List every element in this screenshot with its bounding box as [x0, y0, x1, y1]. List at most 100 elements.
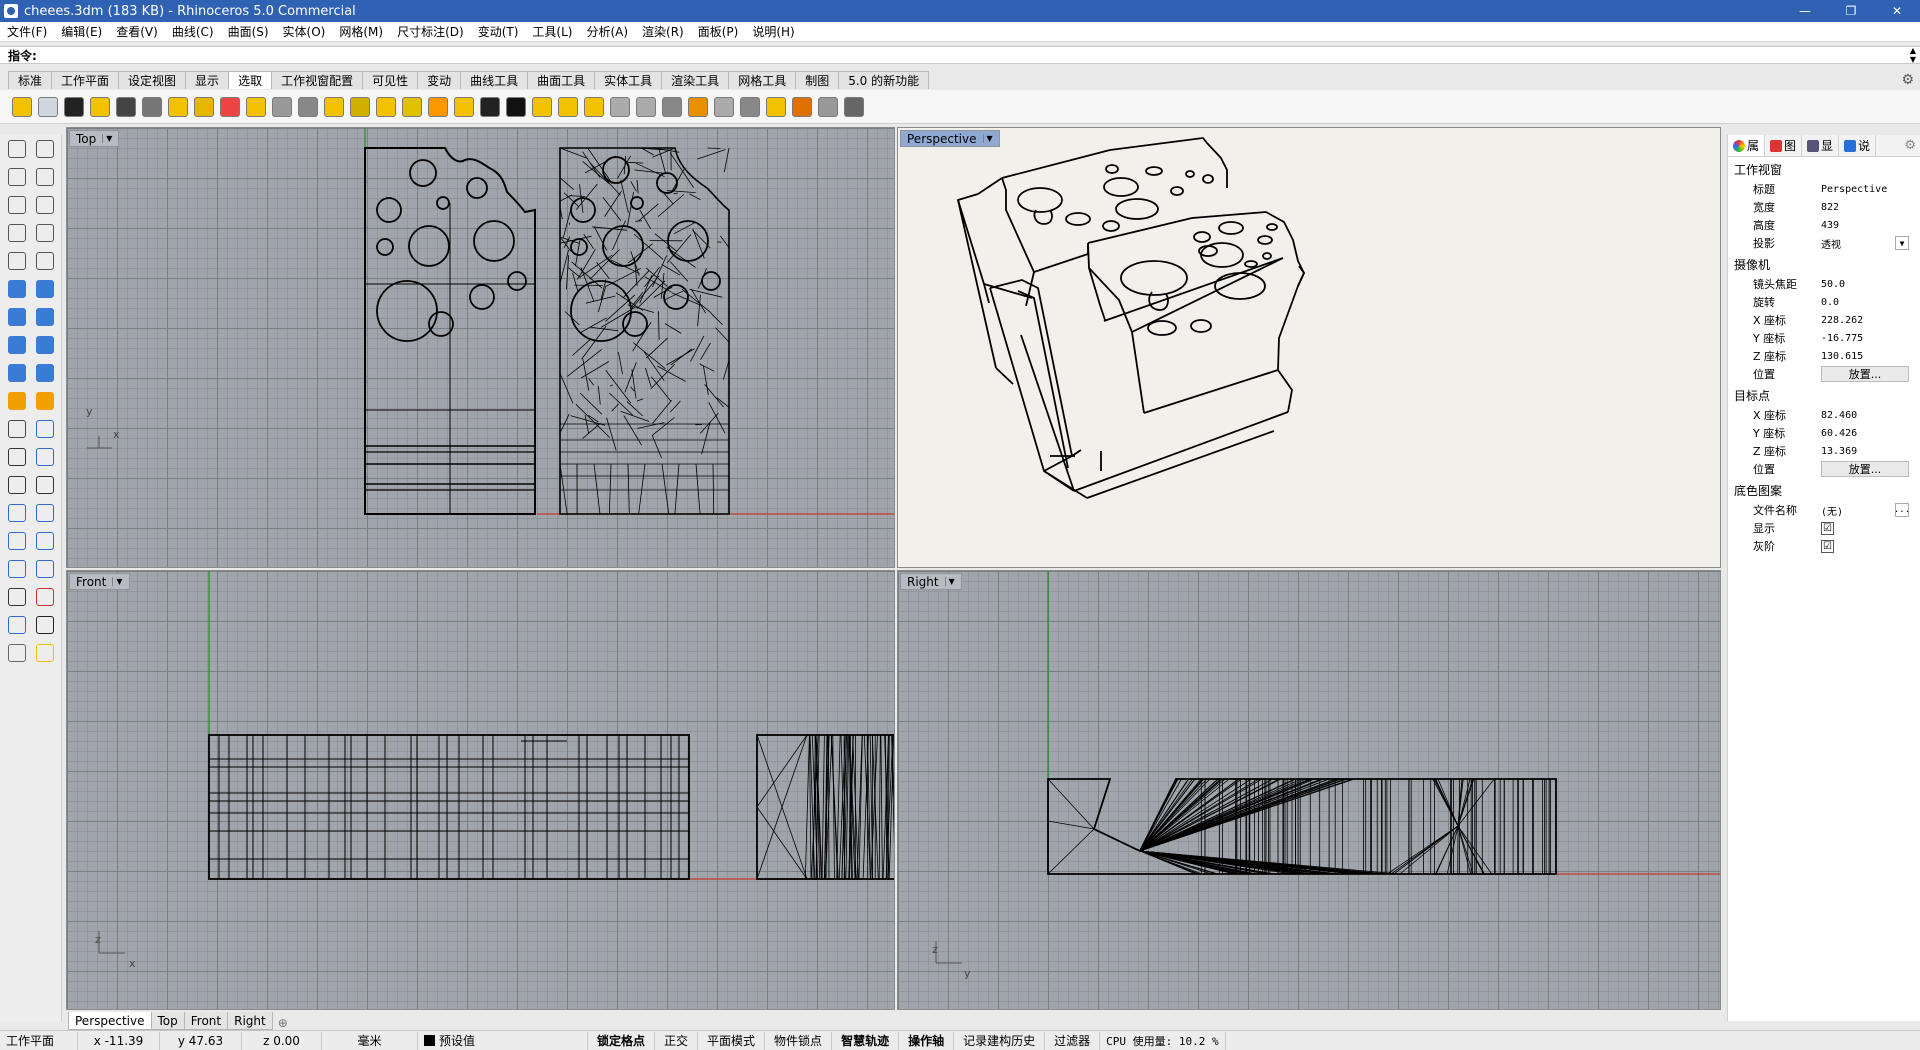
status-toggle-4[interactable]: 智慧轨迹 — [832, 1031, 900, 1050]
chevron-down-icon[interactable]: ▼ — [944, 577, 955, 586]
camera-prop-value-wrap-1[interactable]: 0.0 — [1821, 297, 1909, 308]
select-tool-19-icon[interactable] — [503, 94, 529, 120]
modeling-tool-1-0-icon[interactable] — [5, 165, 29, 189]
panel-gear-icon[interactable]: ⚙ — [1904, 138, 1916, 153]
select-tool-8-icon[interactable] — [217, 94, 243, 120]
select-tool-12-icon[interactable] — [321, 94, 347, 120]
modeling-tool-17-0-icon[interactable] — [5, 613, 29, 637]
modeling-tool-13-0-icon[interactable] — [5, 501, 29, 525]
select-tool-2-icon[interactable] — [61, 94, 87, 120]
select-tool-1-icon[interactable] — [35, 94, 61, 120]
command-input[interactable] — [36, 47, 1906, 63]
select-tool-4-icon[interactable] — [113, 94, 139, 120]
menu-item-13[interactable]: 说明(H) — [745, 23, 801, 40]
modeling-tool-16-0-icon[interactable] — [5, 585, 29, 609]
status-units[interactable]: 毫米 — [322, 1031, 418, 1050]
modeling-tool-11-1-icon[interactable] — [33, 445, 57, 469]
select-tool-31-icon[interactable] — [815, 94, 841, 120]
modeling-tool-5-0-icon[interactable] — [5, 277, 29, 301]
right-viewport-label[interactable]: Right ▼ — [900, 573, 962, 590]
menu-item-3[interactable]: 曲线(C) — [165, 23, 221, 40]
toolbar-tab-0[interactable]: 标准 — [8, 71, 53, 89]
wallpaper-browse-button[interactable]: ... — [1894, 503, 1910, 517]
target-place-button[interactable]: 放置... — [1821, 461, 1909, 477]
command-history-scroll[interactable]: ▲ ▼ — [1906, 46, 1920, 64]
close-button[interactable]: ✕ — [1874, 0, 1920, 22]
chevron-down-icon[interactable]: ▼ — [982, 134, 993, 143]
select-tool-26-icon[interactable] — [685, 94, 711, 120]
front-viewport-label[interactable]: Front ▼ — [69, 573, 130, 590]
camera-prop-value-wrap-4[interactable]: 130.615 — [1821, 351, 1909, 362]
add-viewport-tab-icon[interactable]: ⊕ — [272, 1016, 294, 1030]
status-toggle-7[interactable]: 过滤器 — [1045, 1031, 1101, 1050]
viewport-tab-2[interactable]: Front — [183, 1012, 229, 1030]
toolbar-tab-8[interactable]: 曲线工具 — [460, 71, 529, 89]
select-tool-3-icon[interactable] — [87, 94, 113, 120]
menu-item-12[interactable]: 面板(P) — [691, 23, 746, 40]
select-tool-28-icon[interactable] — [737, 94, 763, 120]
front-viewport[interactable]: z x Front ▼ — [66, 570, 895, 1010]
modeling-tool-14-1-icon[interactable] — [33, 529, 57, 553]
select-tool-10-icon[interactable] — [269, 94, 295, 120]
modeling-tool-11-0-icon[interactable] — [5, 445, 29, 469]
chevron-down-icon[interactable]: ▼ — [102, 134, 112, 143]
perspective-viewport[interactable]: Perspective ▼ — [897, 127, 1721, 568]
toolbar-tab-2[interactable]: 设定视图 — [118, 71, 187, 89]
menu-item-4[interactable]: 曲面(S) — [221, 23, 276, 40]
toolbar-tab-14[interactable]: 5.0 的新功能 — [838, 71, 930, 89]
modeling-tool-2-1-icon[interactable] — [33, 193, 57, 217]
target-prop-value-wrap-0[interactable]: 82.460 — [1821, 410, 1909, 421]
menu-item-5[interactable]: 实体(O) — [276, 23, 333, 40]
status-cplane[interactable]: 工作平面 — [0, 1031, 78, 1050]
select-tool-21-icon[interactable] — [555, 94, 581, 120]
viewport-tab-0[interactable]: Perspective — [68, 1012, 152, 1030]
status-toggle-0[interactable]: 锁定格点 — [588, 1031, 656, 1050]
modeling-tool-16-1-icon[interactable] — [33, 585, 57, 609]
status-toggle-1[interactable]: 正交 — [655, 1031, 699, 1050]
tab-layers[interactable]: 图 — [1765, 135, 1803, 156]
select-tool-18-icon[interactable] — [477, 94, 503, 120]
modeling-tool-17-1-icon[interactable] — [33, 613, 57, 637]
modeling-tool-14-0-icon[interactable] — [5, 529, 29, 553]
select-tool-7-icon[interactable] — [191, 94, 217, 120]
select-tool-23-icon[interactable] — [607, 94, 633, 120]
select-tool-15-icon[interactable] — [399, 94, 425, 120]
modeling-tool-6-1-icon[interactable] — [33, 305, 57, 329]
status-toggle-6[interactable]: 记录建构历史 — [954, 1031, 1046, 1050]
menu-item-0[interactable]: 文件(F) — [0, 23, 54, 40]
tab-properties[interactable]: 属 — [1728, 135, 1766, 156]
toolbar-tab-13[interactable]: 制图 — [795, 71, 840, 89]
menu-item-10[interactable]: 分析(A) — [579, 23, 635, 40]
toolbar-tab-7[interactable]: 变动 — [417, 71, 462, 89]
chevron-down-icon[interactable]: ▼ — [1895, 236, 1909, 250]
tab-help[interactable]: 说 — [1839, 135, 1877, 156]
wallpaper-gray-checkbox[interactable]: ☑ — [1821, 539, 1834, 553]
viewport-tab-3[interactable]: Right — [227, 1012, 273, 1030]
target-prop-value-wrap-2[interactable]: 13.369 — [1821, 446, 1909, 457]
modeling-tool-10-0-icon[interactable] — [5, 417, 29, 441]
modeling-tool-8-1-icon[interactable] — [33, 361, 57, 385]
modeling-tool-3-1-icon[interactable] — [33, 221, 57, 245]
modeling-tool-12-0-icon[interactable] — [5, 473, 29, 497]
modeling-tool-4-0-icon[interactable] — [5, 249, 29, 273]
maximize-button[interactable]: ❐ — [1828, 0, 1874, 22]
modeling-tool-4-1-icon[interactable] — [33, 249, 57, 273]
menu-item-11[interactable]: 渲染(R) — [635, 23, 691, 40]
select-tool-32-icon[interactable] — [841, 94, 867, 120]
select-tool-24-icon[interactable] — [633, 94, 659, 120]
camera-place-button[interactable]: 放置... — [1821, 366, 1909, 382]
modeling-tool-13-1-icon[interactable] — [33, 501, 57, 525]
viewport-prop-value-wrap-3[interactable]: 透视 ▼ — [1821, 236, 1909, 251]
toolbar-tab-11[interactable]: 渲染工具 — [661, 71, 730, 89]
toolbar-tab-12[interactable]: 网格工具 — [728, 71, 797, 89]
wallpaper-show-checkbox[interactable]: ☑ — [1821, 521, 1834, 535]
viewport-tab-1[interactable]: Top — [150, 1012, 185, 1030]
select-tool-29-icon[interactable] — [763, 94, 789, 120]
menu-item-8[interactable]: 变动(T) — [471, 23, 526, 40]
status-toggle-3[interactable]: 物件锁点 — [765, 1031, 833, 1050]
select-tool-17-icon[interactable] — [451, 94, 477, 120]
menu-item-2[interactable]: 查看(V) — [109, 23, 165, 40]
menu-item-1[interactable]: 编辑(E) — [54, 23, 109, 40]
status-toggle-2[interactable]: 平面模式 — [698, 1031, 766, 1050]
modeling-tool-6-0-icon[interactable] — [5, 305, 29, 329]
